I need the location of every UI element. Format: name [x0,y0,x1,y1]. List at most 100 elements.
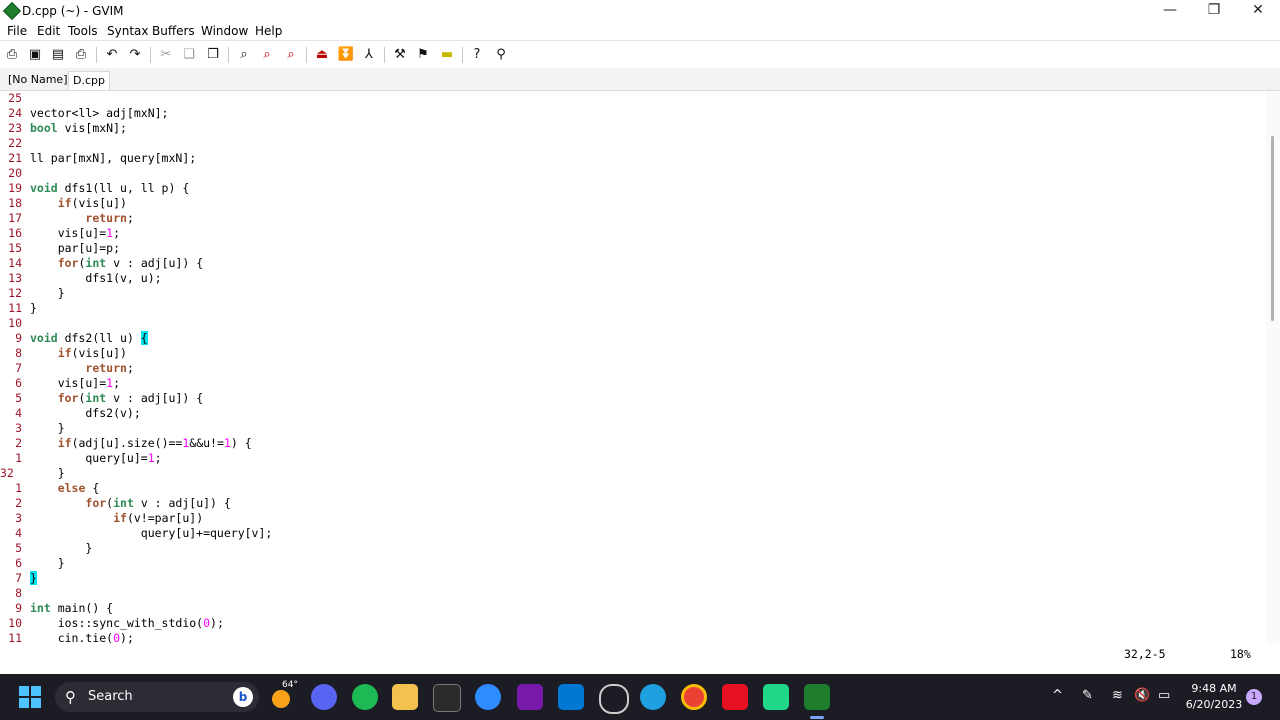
jump-tag-icon[interactable]: ▬ [438,46,456,64]
menu-file[interactable]: File [7,24,27,38]
onenote-icon[interactable] [517,684,543,710]
code-line[interactable]: 1 else { [0,481,99,496]
code-line[interactable]: 3 if(v!=par[u]) [0,511,203,526]
code-line[interactable]: 9 int main() { [0,601,113,616]
code-line[interactable]: 12 } [0,286,64,301]
menu-syntax[interactable]: Syntax [107,24,148,38]
code-line[interactable]: 25 [0,91,30,106]
notification-badge[interactable]: 1 [1246,689,1262,705]
load-session-icon[interactable]: ⏏ [313,46,331,64]
code-text: } [30,421,65,436]
maximize-button[interactable]: ❐ [1192,0,1236,22]
chrome-icon[interactable] [681,684,707,710]
cut-icon[interactable]: ✂ [157,46,175,64]
terminal-icon[interactable] [433,684,461,712]
find-replace-icon[interactable]: ⌕ [235,46,253,64]
battery-icon[interactable]: ▭ [1158,688,1170,703]
find-next-icon[interactable]: ⌕ [258,46,276,64]
vertical-scrollbar[interactable] [1266,91,1280,644]
code-line[interactable]: 7} [0,571,37,586]
undo-icon[interactable]: ↶ [103,46,121,64]
code-line[interactable]: 7 return; [0,361,134,376]
code-line[interactable]: 4 dfs2(v); [0,406,141,421]
code-line[interactable]: 6 vis[u]=1; [0,376,120,391]
tab-no-name[interactable]: [No Name] [4,71,72,89]
pen-icon[interactable]: ✎ [1082,688,1093,703]
code-token: vector<ll> adj[mxN]; [30,106,169,120]
code-line[interactable]: 10 [0,316,30,331]
scrollbar-thumb[interactable] [1271,136,1274,321]
run-script-icon[interactable]: ⅄ [360,46,378,64]
app-icon[interactable] [722,684,748,710]
code-line[interactable]: 4 query[u]+=query[v]; [0,526,272,541]
code-line[interactable]: 3 } [0,421,65,436]
help-icon[interactable]: ? [468,46,486,64]
code-line[interactable]: 2 for(int v : adj[u]) { [0,496,231,511]
vscode-icon[interactable] [558,684,584,710]
weather-widget[interactable]: 64° [270,680,298,710]
zoom-icon[interactable] [475,684,501,710]
code-line[interactable]: 23 bool vis[mxN]; [0,121,127,136]
clock-date[interactable]: 6/20/2023 [1184,698,1244,711]
volume-muted-icon[interactable]: 🔇 [1134,688,1150,703]
code-line[interactable]: 19 void dfs1(ll u, ll p) { [0,181,189,196]
menu-edit[interactable]: Edit [37,24,60,38]
code-line[interactable]: 8 if(vis[u]) [0,346,127,361]
code-line[interactable]: 10 ios::sync_with_stdio(0); [0,616,224,631]
redo-icon[interactable]: ↷ [126,46,144,64]
clock-time[interactable]: 9:48 AM [1188,682,1240,695]
minimize-button[interactable]: — [1148,0,1192,22]
edge-icon[interactable] [640,684,666,710]
code-line[interactable]: 22 [0,136,30,151]
chevron-up-icon[interactable]: ^ [1052,688,1063,703]
open-file-icon[interactable]: ⎙ [3,46,21,64]
gvim-taskbar-icon[interactable] [804,684,830,710]
code-line[interactable]: 15 par[u]=p; [0,241,120,256]
build-tags-icon[interactable]: ⚑ [414,46,432,64]
code-line[interactable]: 16 vis[u]=1; [0,226,120,241]
code-line[interactable]: 1 query[u]=1; [0,451,162,466]
obs-icon[interactable] [599,684,629,714]
code-line[interactable]: 24 vector<ll> adj[mxN]; [0,106,168,121]
discord-icon[interactable] [311,684,337,710]
paste-icon[interactable]: ❐ [204,46,222,64]
code-line[interactable]: 20 [0,166,30,181]
code-line[interactable]: 13 dfs1(v, u); [0,271,161,286]
code-line[interactable]: 14 for(int v : adj[u]) { [0,256,203,271]
code-line[interactable]: 5 for(int v : adj[u]) { [0,391,203,406]
menu-tools[interactable]: Tools [68,24,98,38]
file-explorer-icon[interactable] [392,684,418,710]
close-button[interactable]: ✕ [1236,0,1280,22]
copy-icon[interactable]: ❏ [180,46,198,64]
print-icon[interactable]: ⎙ [72,46,90,64]
wifi-icon[interactable]: ≋ [1112,688,1123,703]
code-line[interactable]: 8 [0,586,30,601]
code-line[interactable]: 18 if(vis[u]) [0,196,127,211]
code-line[interactable]: 17 return; [0,211,134,226]
code-line[interactable]: 11 cin.tie(0); [0,631,134,644]
tab-d-cpp[interactable]: D.cpp [68,71,110,90]
code-line[interactable]: 2 if(adj[u].size()==1&&u!=1) { [0,436,252,451]
spotify-icon[interactable] [352,684,378,710]
code-line[interactable]: 9 void dfs2(ll u) { [0,331,148,346]
editor-pane[interactable]: 25 24 vector<ll> adj[mxN]; 23 bool vis[mxN];… [0,91,1266,644]
save-icon[interactable]: ▣ [26,46,44,64]
code-line[interactable]: 6 } [0,556,65,571]
code-text: void dfs2(ll u) { [30,331,148,346]
code-line[interactable]: 11} [0,301,37,316]
code-line[interactable]: 5 } [0,541,92,556]
menu-window[interactable]: Window [201,24,248,38]
save-session-icon[interactable]: ⏬ [337,46,355,64]
find-prev-icon[interactable]: ⌕ [282,46,300,64]
make-icon[interactable]: ⚒ [391,46,409,64]
find-help-icon[interactable]: ⚲ [492,46,510,64]
code-token: } [30,541,93,555]
menu-help[interactable]: Help [255,24,282,38]
code-line[interactable]: 32 } [0,466,65,481]
pycharm-icon[interactable] [763,684,789,710]
windows-start-icon[interactable] [19,686,41,708]
code-line[interactable]: 21 ll par[mxN], query[mxN]; [0,151,196,166]
menu-buffers[interactable]: Buffers [152,24,195,38]
taskbar-search[interactable]: ⚲ Search b [55,682,259,712]
save-all-icon[interactable]: ▤ [49,46,67,64]
